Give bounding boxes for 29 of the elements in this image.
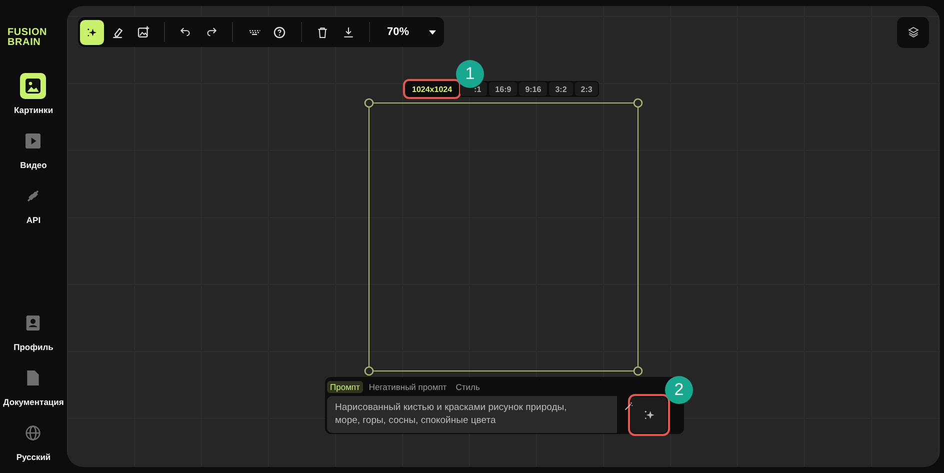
sidebar-item[interactable]: Картинки xyxy=(14,73,54,115)
step-badge: 1 xyxy=(456,60,484,88)
image-add-icon xyxy=(136,24,151,40)
image-icon xyxy=(23,76,44,96)
sparkle-button[interactable] xyxy=(80,20,104,44)
help-icon xyxy=(272,24,288,40)
ratio-option[interactable]: 2:3 xyxy=(574,82,598,96)
logo: FUSION BRAIN xyxy=(8,28,48,48)
zoom-dropdown[interactable]: 70% xyxy=(379,20,442,44)
sidebar-item[interactable]: API xyxy=(20,183,46,225)
caret-icon xyxy=(429,30,436,34)
ratio-option[interactable]: 3:2 xyxy=(549,82,573,96)
sidebar-item[interactable]: Профиль xyxy=(14,310,54,352)
layers-button[interactable] xyxy=(897,17,929,48)
globe-icon xyxy=(23,423,44,443)
prompt-tab[interactable]: Промпт xyxy=(327,380,363,392)
prompt-field[interactable]: Нарисованный кистью и красками рисунок природы, море, горы, сосны, спокойные цвета xyxy=(327,396,617,433)
magic-wand-icon[interactable] xyxy=(623,401,634,412)
ratio-option[interactable]: 16:9 xyxy=(489,82,518,96)
prompt-tab[interactable]: Стиль xyxy=(452,380,483,392)
sidebar-item[interactable]: Документация xyxy=(3,365,64,407)
layers-icon xyxy=(906,25,920,40)
sidebar-item[interactable]: Видео xyxy=(20,128,47,170)
step-badge: 2 xyxy=(665,376,693,404)
prompt-tab[interactable]: Негативный промпт xyxy=(366,380,450,392)
ratio-option[interactable]: 9:16 xyxy=(519,82,548,96)
sidebar-item[interactable]: Русский xyxy=(16,420,51,462)
ratio-option[interactable]: 1024x1024 xyxy=(406,82,458,96)
play-icon xyxy=(23,131,44,151)
